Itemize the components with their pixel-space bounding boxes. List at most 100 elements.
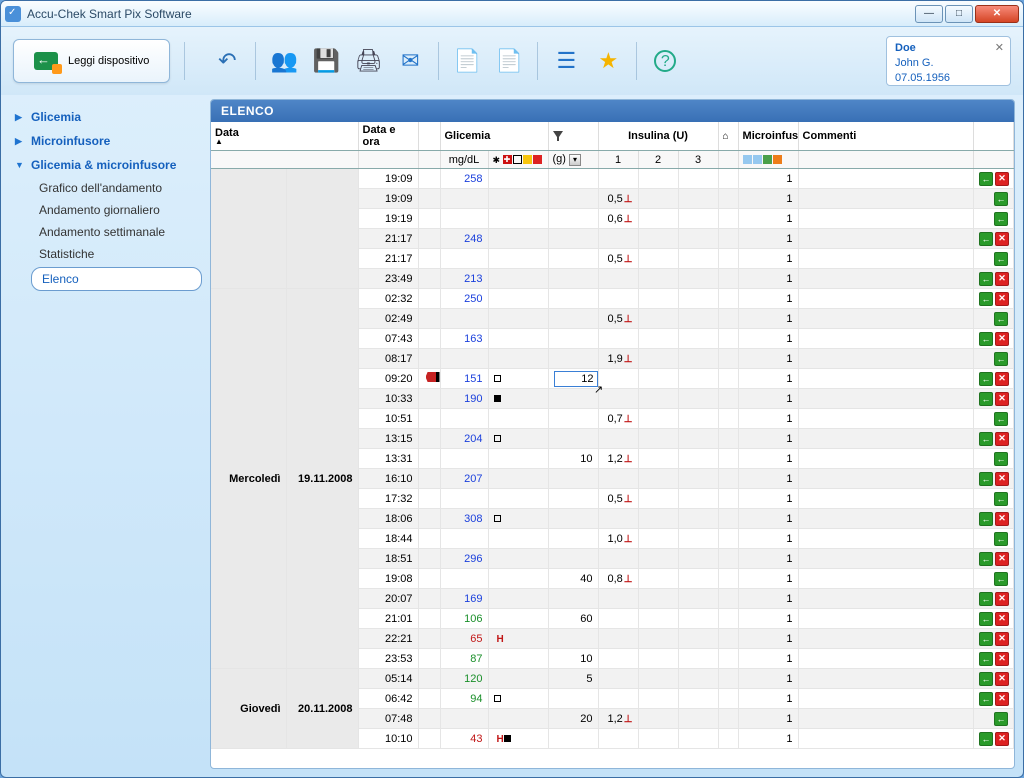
carbs-cell[interactable] (548, 729, 598, 749)
sub-ins1[interactable]: 1 (598, 151, 638, 169)
col-insulin[interactable]: Insulina (U) (598, 122, 718, 151)
carbs-cell[interactable] (548, 489, 598, 509)
carbs-cell[interactable] (548, 289, 598, 309)
minimize-button[interactable]: — (915, 5, 943, 23)
col-carbs[interactable] (548, 122, 598, 151)
undo-button[interactable]: ↶ (209, 43, 245, 79)
col-commenti[interactable]: Commenti (798, 122, 973, 151)
data-grid[interactable]: Data▲ Data e ora Glicemia Insulina (U) ⌂… (211, 122, 1014, 768)
table-row[interactable]: Giovedì20.11.200805:1412051←✕ (211, 669, 1014, 689)
sub-carbs-g[interactable]: (g) ▾ (548, 151, 598, 169)
nav-microinfusore[interactable]: Microinfusore (9, 129, 206, 153)
carbs-cell[interactable] (548, 629, 598, 649)
action-delete-button[interactable]: ✕ (995, 332, 1009, 346)
action-delete-button[interactable]: ✕ (995, 472, 1009, 486)
col-dataora[interactable]: Data e ora (358, 122, 418, 151)
col-micro[interactable]: Microinfus (738, 122, 798, 151)
carbs-cell[interactable] (548, 429, 598, 449)
carbs-cell[interactable] (548, 509, 598, 529)
table-row[interactable]: 19:092581←✕ (211, 169, 1014, 189)
action-back-button[interactable]: ← (979, 692, 993, 706)
import-button[interactable]: 📄 (491, 43, 527, 79)
list-view-button[interactable]: ☰ (548, 43, 584, 79)
carbs-cell[interactable] (548, 549, 598, 569)
action-delete-button[interactable]: ✕ (995, 432, 1009, 446)
carbs-cell[interactable] (548, 269, 598, 289)
col-glicemia[interactable]: Glicemia (440, 122, 548, 151)
export-button[interactable]: 📄 (449, 43, 485, 79)
nav-glicemia[interactable]: Glicemia (9, 105, 206, 129)
print-button[interactable]: 🖨 (350, 43, 386, 79)
carbs-cell[interactable]: 10 (548, 449, 598, 469)
carbs-cell[interactable] (548, 169, 598, 189)
help-button[interactable]: ? (647, 43, 683, 79)
action-back-button[interactable]: ← (994, 312, 1008, 326)
action-back-button[interactable]: ← (979, 512, 993, 526)
action-back-button[interactable]: ← (979, 172, 993, 186)
carbs-cell[interactable]: 20 (548, 709, 598, 729)
action-delete-button[interactable]: ✕ (995, 232, 1009, 246)
carbs-cell[interactable] (548, 529, 598, 549)
action-delete-button[interactable]: ✕ (995, 592, 1009, 606)
action-delete-button[interactable]: ✕ (995, 272, 1009, 286)
patient-close-icon[interactable]: ✕ (995, 41, 1004, 56)
action-back-button[interactable]: ← (979, 672, 993, 686)
nav-sub-daily[interactable]: Andamento giornaliero (9, 199, 206, 221)
carbs-cell[interactable] (548, 349, 598, 369)
carbs-cell[interactable]: ↖ (548, 369, 598, 389)
action-back-button[interactable]: ← (994, 212, 1008, 226)
col-data[interactable]: Data▲ (211, 122, 358, 151)
action-back-button[interactable]: ← (979, 612, 993, 626)
carbs-cell[interactable] (548, 329, 598, 349)
action-delete-button[interactable]: ✕ (995, 732, 1009, 746)
close-button[interactable] (975, 5, 1019, 23)
action-delete-button[interactable]: ✕ (995, 632, 1009, 646)
action-back-button[interactable]: ← (994, 412, 1008, 426)
action-back-button[interactable]: ← (994, 452, 1008, 466)
action-back-button[interactable]: ← (994, 192, 1008, 206)
action-back-button[interactable]: ← (979, 552, 993, 566)
action-back-button[interactable]: ← (979, 472, 993, 486)
action-back-button[interactable]: ← (994, 492, 1008, 506)
dropdown-icon[interactable]: ▾ (569, 154, 581, 166)
users-button[interactable]: 👥 (266, 43, 302, 79)
carbs-cell[interactable] (548, 309, 598, 329)
save-button[interactable]: 💾 (308, 43, 344, 79)
action-back-button[interactable]: ← (979, 292, 993, 306)
action-back-button[interactable]: ← (979, 232, 993, 246)
action-back-button[interactable]: ← (979, 392, 993, 406)
action-back-button[interactable]: ← (994, 252, 1008, 266)
carbs-cell[interactable] (548, 209, 598, 229)
action-back-button[interactable]: ← (979, 432, 993, 446)
carbs-cell[interactable] (548, 189, 598, 209)
sub-ins3[interactable]: 3 (678, 151, 718, 169)
carbs-cell[interactable] (548, 249, 598, 269)
action-back-button[interactable]: ← (979, 632, 993, 646)
action-back-button[interactable]: ← (979, 272, 993, 286)
carbs-cell[interactable] (548, 229, 598, 249)
action-delete-button[interactable]: ✕ (995, 172, 1009, 186)
action-back-button[interactable]: ← (979, 372, 993, 386)
patient-card[interactable]: ✕ Doe John G. 07.05.1956 (886, 36, 1011, 86)
action-back-button[interactable]: ← (979, 332, 993, 346)
email-button[interactable]: ✉ (392, 43, 428, 79)
action-back-button[interactable]: ← (994, 572, 1008, 586)
action-back-button[interactable]: ← (979, 652, 993, 666)
nav-sub-stats[interactable]: Statistiche (9, 243, 206, 265)
action-back-button[interactable]: ← (994, 532, 1008, 546)
sub-ins2[interactable]: 2 (638, 151, 678, 169)
carbs-cell[interactable] (548, 689, 598, 709)
nav-combo[interactable]: Glicemia & microinfusore (9, 153, 206, 177)
action-delete-button[interactable]: ✕ (995, 392, 1009, 406)
action-delete-button[interactable]: ✕ (995, 512, 1009, 526)
action-back-button[interactable]: ← (979, 732, 993, 746)
nav-sub-weekly[interactable]: Andamento settimanale (9, 221, 206, 243)
action-delete-button[interactable]: ✕ (995, 692, 1009, 706)
carbs-cell[interactable]: 60 (548, 609, 598, 629)
carbs-cell[interactable] (548, 469, 598, 489)
action-back-button[interactable]: ← (994, 352, 1008, 366)
action-delete-button[interactable]: ✕ (995, 612, 1009, 626)
action-back-button[interactable]: ← (994, 712, 1008, 726)
nav-sub-list[interactable]: Elenco (31, 267, 202, 291)
action-delete-button[interactable]: ✕ (995, 652, 1009, 666)
